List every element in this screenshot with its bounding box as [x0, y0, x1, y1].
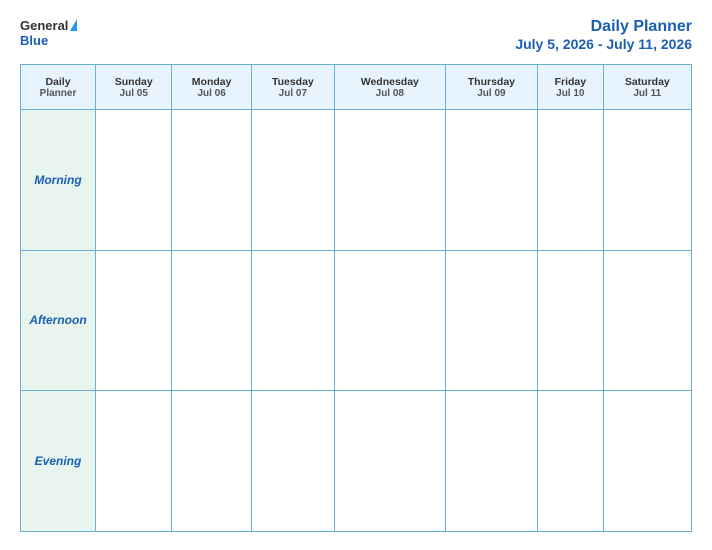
afternoon-row: Afternoon — [21, 250, 692, 391]
saturday-label: Saturday — [607, 76, 688, 88]
evening-saturday[interactable] — [603, 391, 691, 532]
col-friday: Friday Jul 10 — [538, 65, 604, 110]
morning-saturday[interactable] — [603, 110, 691, 251]
wednesday-date: Jul 08 — [338, 88, 442, 99]
tuesday-label: Tuesday — [255, 76, 331, 88]
evening-label: Evening — [21, 391, 96, 532]
afternoon-monday[interactable] — [172, 250, 251, 391]
morning-tuesday[interactable] — [251, 110, 334, 251]
evening-tuesday[interactable] — [251, 391, 334, 532]
friday-label: Friday — [541, 76, 600, 88]
afternoon-label: Afternoon — [21, 250, 96, 391]
saturday-date: Jul 11 — [607, 88, 688, 99]
morning-wednesday[interactable] — [334, 110, 445, 251]
monday-label: Monday — [175, 76, 247, 88]
logo-triangle-icon — [70, 19, 77, 31]
col-thursday: Thursday Jul 09 — [445, 65, 537, 110]
sunday-date: Jul 05 — [99, 88, 168, 99]
sunday-label: Sunday — [99, 76, 168, 88]
evening-sunday[interactable] — [96, 391, 172, 532]
evening-monday[interactable] — [172, 391, 251, 532]
tuesday-date: Jul 07 — [255, 88, 331, 99]
planner-table: Daily Planner Sunday Jul 05 Monday Jul 0… — [20, 64, 692, 532]
friday-date: Jul 10 — [541, 88, 600, 99]
col-monday: Monday Jul 06 — [172, 65, 251, 110]
label-header: Daily Planner — [21, 65, 96, 110]
afternoon-friday[interactable] — [538, 250, 604, 391]
evening-wednesday[interactable] — [334, 391, 445, 532]
morning-label: Morning — [21, 110, 96, 251]
afternoon-sunday[interactable] — [96, 250, 172, 391]
morning-monday[interactable] — [172, 110, 251, 251]
col-wednesday: Wednesday Jul 08 — [334, 65, 445, 110]
afternoon-wednesday[interactable] — [334, 250, 445, 391]
morning-sunday[interactable] — [96, 110, 172, 251]
label-header-sub: Planner — [24, 88, 92, 99]
morning-thursday[interactable] — [445, 110, 537, 251]
afternoon-tuesday[interactable] — [251, 250, 334, 391]
afternoon-saturday[interactable] — [603, 250, 691, 391]
logo-blue-text: Blue — [20, 33, 48, 48]
evening-thursday[interactable] — [445, 391, 537, 532]
evening-friday[interactable] — [538, 391, 604, 532]
col-sunday: Sunday Jul 05 — [96, 65, 172, 110]
title-area: Daily Planner July 5, 2026 - July 11, 20… — [515, 18, 692, 52]
morning-row: Morning — [21, 110, 692, 251]
col-tuesday: Tuesday Jul 07 — [251, 65, 334, 110]
logo-area: General Blue — [20, 18, 77, 48]
morning-friday[interactable] — [538, 110, 604, 251]
logo: General — [20, 18, 77, 33]
afternoon-thursday[interactable] — [445, 250, 537, 391]
date-range: July 5, 2026 - July 11, 2026 — [515, 36, 692, 52]
header-row: Daily Planner Sunday Jul 05 Monday Jul 0… — [21, 65, 692, 110]
label-header-top: Daily — [24, 76, 92, 88]
page: General Blue Daily Planner July 5, 2026 … — [0, 0, 712, 550]
wednesday-label: Wednesday — [338, 76, 442, 88]
thursday-date: Jul 09 — [449, 88, 534, 99]
page-title: Daily Planner — [515, 18, 692, 36]
header: General Blue Daily Planner July 5, 2026 … — [20, 18, 692, 52]
col-saturday: Saturday Jul 11 — [603, 65, 691, 110]
monday-date: Jul 06 — [175, 88, 247, 99]
evening-row: Evening — [21, 391, 692, 532]
thursday-label: Thursday — [449, 76, 534, 88]
logo-general-text: General — [20, 18, 68, 33]
